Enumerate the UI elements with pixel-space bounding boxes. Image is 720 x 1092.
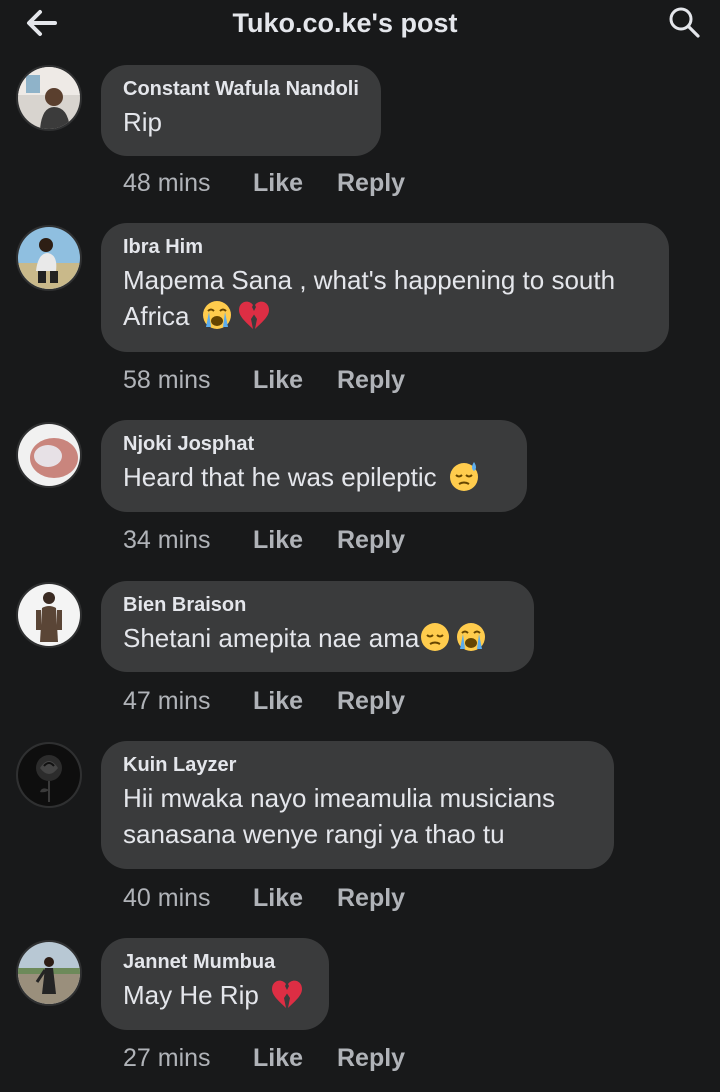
like-button[interactable]: Like (253, 523, 337, 557)
comment-text: May He Rip (123, 977, 307, 1013)
comment-bubble[interactable]: Constant Wafula Nandoli Rip (101, 65, 381, 156)
comment-bubble[interactable]: Kuin Layzer Hii mwaka nayo imeamulia mus… (101, 741, 614, 869)
comment-text-line: May He Rip (123, 980, 259, 1010)
comment-text-line: Africa (123, 301, 190, 331)
comment-time[interactable]: 34 mins (123, 523, 253, 557)
comment-author[interactable]: Ibra Him (123, 234, 647, 260)
comment-actions: 48 mins Like Reply (123, 166, 405, 200)
comment-bubble[interactable]: Njoki Josphat Heard that he was epilepti… (101, 420, 527, 512)
reply-button[interactable]: Reply (337, 1041, 405, 1075)
comment-author[interactable]: Kuin Layzer (123, 752, 592, 778)
reply-button[interactable]: Reply (337, 363, 405, 397)
loudly-crying-face-emoji (202, 301, 231, 329)
page-title: Tuko.co.ke's post (232, 8, 458, 38)
comment-text: Rip (123, 107, 163, 137)
comment-actions: 47 mins Like Reply (123, 684, 405, 718)
comment-text-line: Shetani amepita nae ama (123, 623, 420, 653)
comment-actions: 40 mins Like Reply (123, 881, 405, 915)
comment-text: Shetani amepita nae ama (123, 620, 512, 656)
comment-bubble[interactable]: Jannet Mumbua May He Rip (101, 938, 329, 1030)
comment-author[interactable]: Bien Braison (123, 592, 512, 618)
downcast-face-with-sweat-emoji (449, 462, 478, 491)
comment-bubble[interactable]: Ibra Him Mapema Sana , what's happening … (101, 223, 669, 352)
like-button[interactable]: Like (253, 166, 337, 200)
comment-actions: 34 mins Like Reply (123, 523, 405, 557)
reply-button[interactable]: Reply (337, 166, 405, 200)
comment-author[interactable]: Njoki Josphat (123, 431, 505, 457)
broken-heart-emoji (272, 980, 303, 1008)
like-button[interactable]: Like (253, 881, 337, 915)
search-button[interactable] (664, 3, 704, 41)
comment-text-line: Mapema Sana , what's happening to south (123, 265, 616, 295)
comment-author[interactable]: Jannet Mumbua (123, 949, 307, 975)
comment-author[interactable]: Constant Wafula Nandoli (123, 76, 359, 102)
avatar[interactable] (16, 940, 82, 1006)
avatar[interactable] (16, 582, 82, 648)
comment-time[interactable]: 40 mins (123, 881, 253, 915)
comment-text: Heard that he was epileptic (123, 459, 505, 495)
comment-time[interactable]: 48 mins (123, 166, 253, 200)
avatar[interactable] (16, 225, 82, 291)
reply-button[interactable]: Reply (337, 684, 405, 718)
comment-time[interactable]: 58 mins (123, 363, 253, 397)
like-button[interactable]: Like (253, 1041, 337, 1075)
like-button[interactable]: Like (253, 363, 337, 397)
reply-button[interactable]: Reply (337, 523, 405, 557)
broken-heart-emoji (238, 301, 269, 329)
comment-actions: 27 mins Like Reply (123, 1041, 405, 1075)
comment-text: Hii mwaka nayo imeamulia musicians sanas… (123, 780, 592, 852)
like-button[interactable]: Like (253, 684, 337, 718)
comment-text: Mapema Sana , what's happening to south … (123, 262, 647, 334)
comment-time[interactable]: 47 mins (123, 684, 253, 718)
post-header: Tuko.co.ke's post (0, 0, 720, 46)
loudly-crying-face-emoji (457, 623, 486, 651)
pensive-face-emoji (421, 623, 450, 651)
avatar[interactable] (16, 65, 82, 131)
comment-text-line: Heard that he was epileptic (123, 462, 437, 492)
comment-bubble[interactable]: Bien Braison Shetani amepita nae ama (101, 581, 534, 672)
comment-time[interactable]: 27 mins (123, 1041, 253, 1075)
comment-actions: 58 mins Like Reply (123, 363, 405, 397)
comment-text-line: sanasana wenye rangi ya thao tu (123, 819, 505, 849)
avatar[interactable] (16, 742, 82, 808)
reply-button[interactable]: Reply (337, 881, 405, 915)
comment-text-line: Hii mwaka nayo imeamulia musicians (123, 783, 556, 813)
avatar[interactable] (16, 422, 82, 488)
search-icon (669, 7, 700, 38)
